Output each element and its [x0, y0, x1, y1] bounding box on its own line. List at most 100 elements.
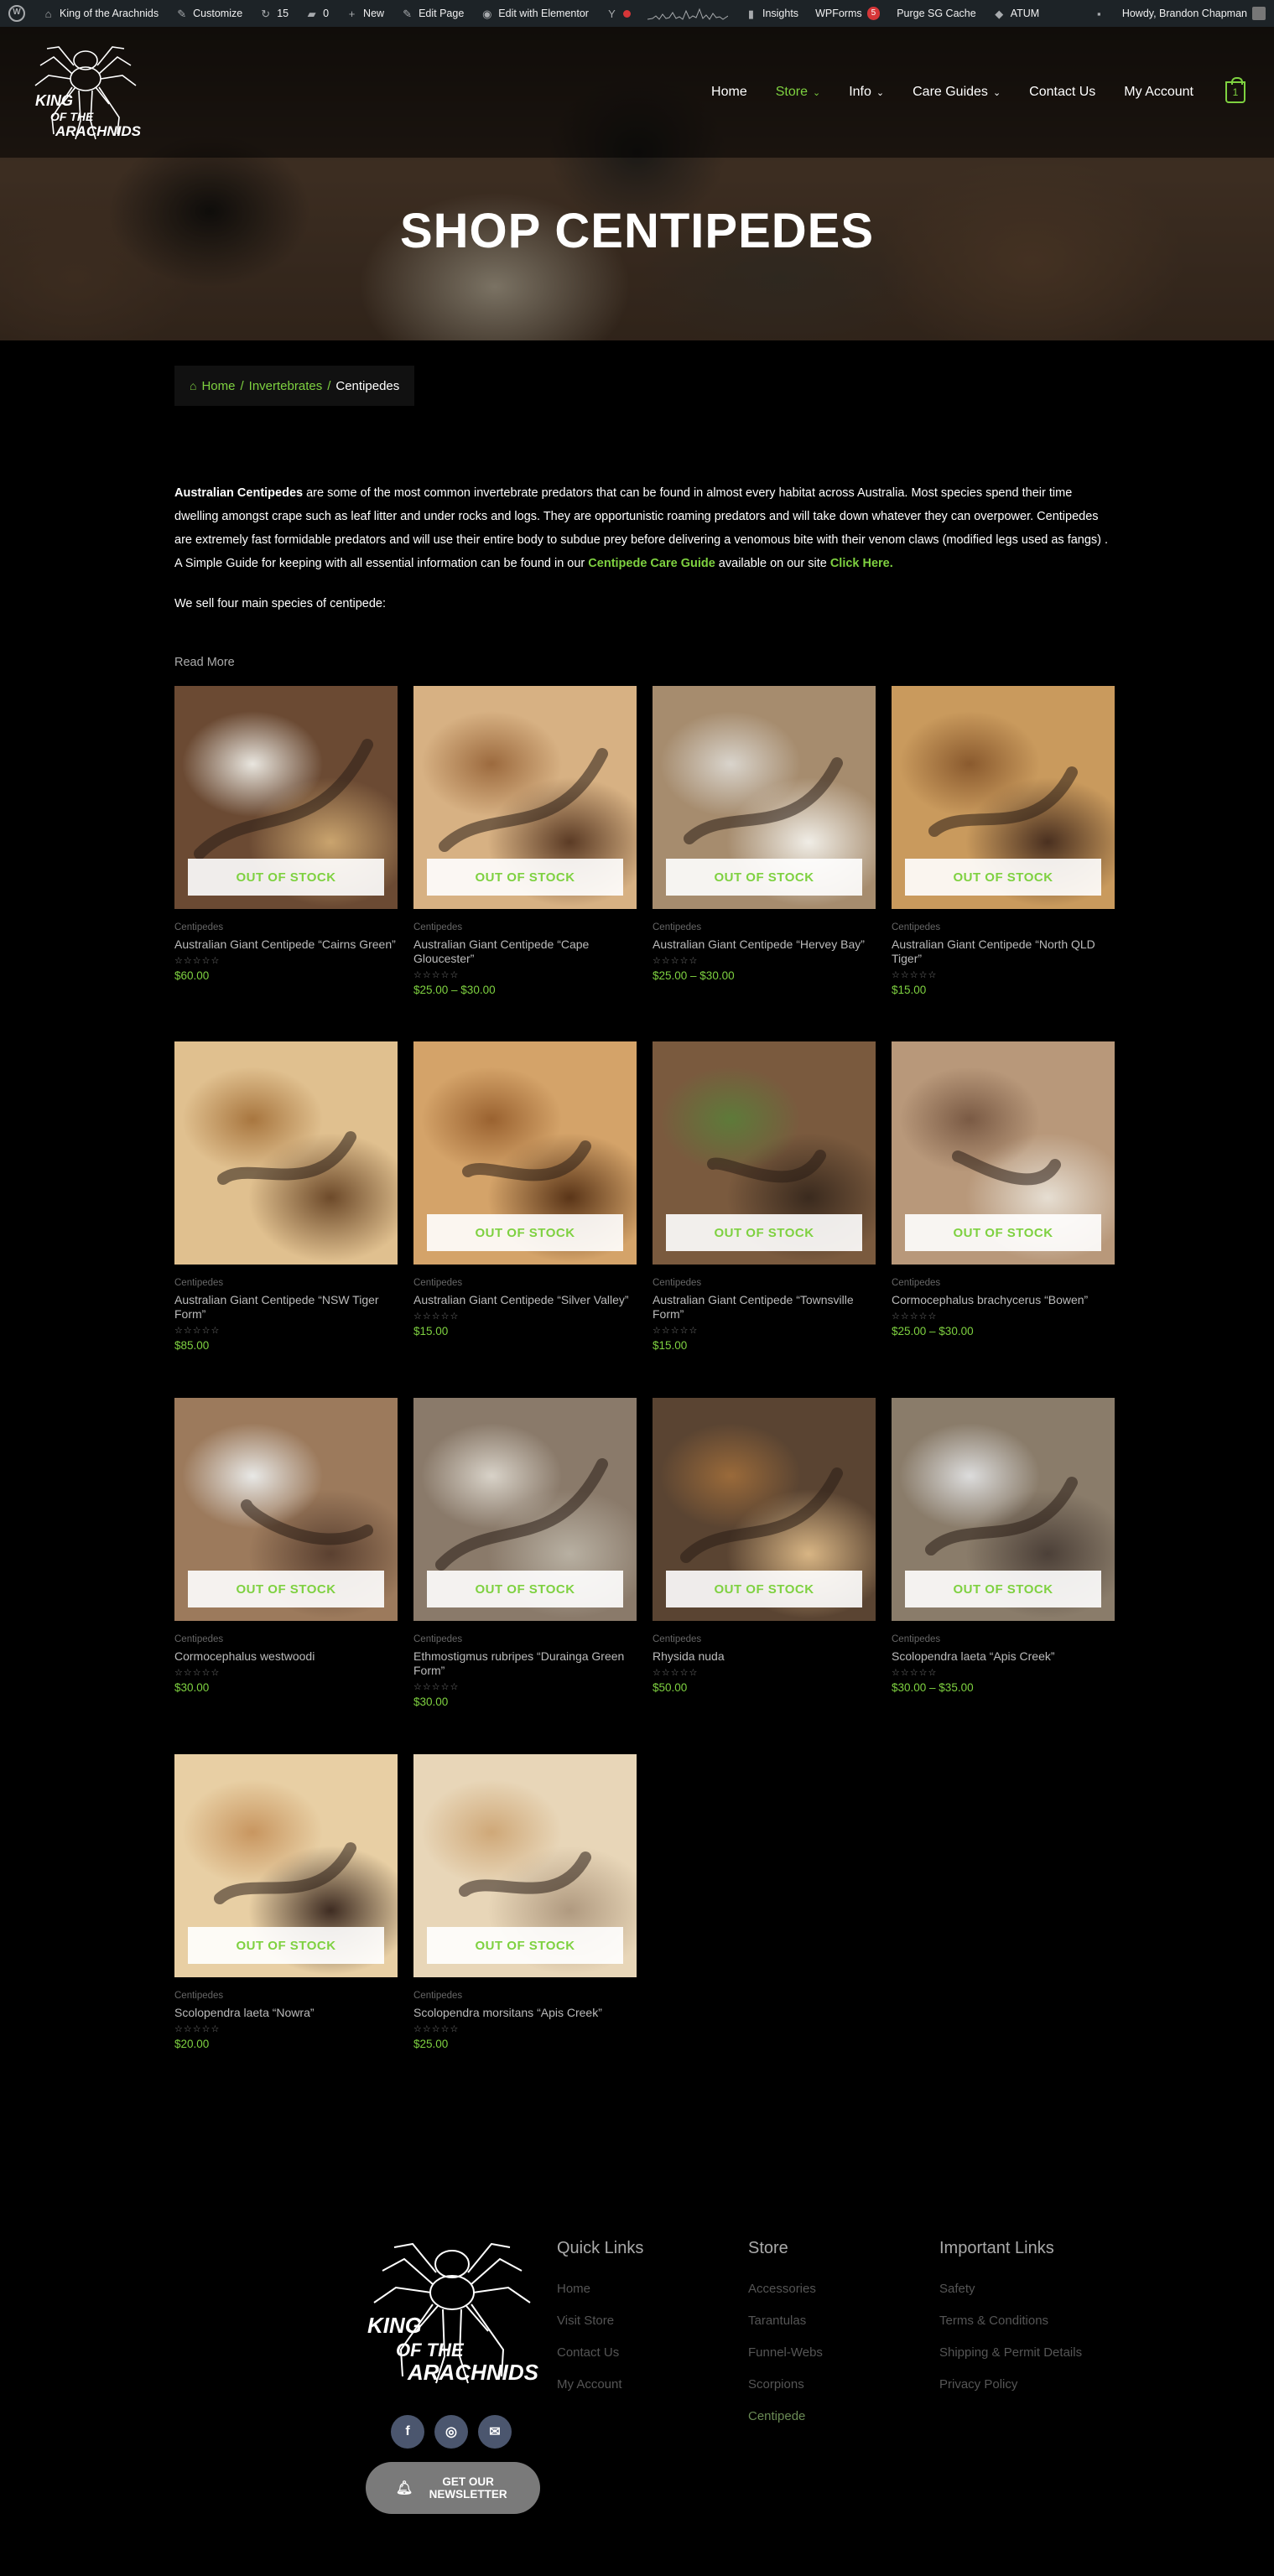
product-image[interactable]: OUT OF STOCK [892, 1041, 1115, 1265]
admin-comments[interactable]: ▰ 0 [297, 0, 337, 27]
product-name[interactable]: Australian Giant Centipede “North QLD Ti… [892, 937, 1115, 966]
footer-link-scorpions[interactable]: Scorpions [748, 2369, 933, 2401]
product-card[interactable]: OUT OF STOCK Centipedes Cormocephalus brac… [892, 1041, 1115, 1337]
footer-link-home[interactable]: Home [557, 2273, 741, 2305]
product-name[interactable]: Australian Giant Centipede “Silver Valle… [413, 1293, 637, 1307]
instagram-icon[interactable]: ◎ [434, 2415, 468, 2449]
footer-link-my-account[interactable]: My Account [557, 2369, 741, 2401]
product-name[interactable]: Australian Giant Centipede “Cape Glouces… [413, 937, 637, 966]
product-category[interactable]: Centipedes [413, 1634, 637, 1644]
product-name[interactable]: Scolopendra laeta “Apis Creek” [892, 1649, 1115, 1664]
product-name[interactable]: Australian Giant Centipede “Cairns Green… [174, 937, 398, 952]
footer-link-tarantulas[interactable]: Tarantulas [748, 2305, 933, 2337]
product-category[interactable]: Centipedes [413, 922, 637, 932]
product-card[interactable]: OUT OF STOCK Centipedes Cormocephalus west… [174, 1398, 398, 1694]
newsletter-button[interactable]: 🔔︎ GET OUR NEWSLETTER [366, 2462, 540, 2514]
product-image[interactable]: OUT OF STOCK [413, 1754, 637, 1977]
product-name[interactable]: Cormocephalus westwoodi [174, 1649, 398, 1664]
product-image[interactable]: OUT OF STOCK [892, 686, 1115, 909]
product-card[interactable]: OUT OF STOCK Centipedes Ethmostigmus rubri… [413, 1398, 637, 1708]
product-name[interactable]: Australian Giant Centipede “Townsville F… [653, 1293, 876, 1322]
product-image[interactable]: OUT OF STOCK [413, 686, 637, 909]
admin-updates[interactable]: ↻ 15 [251, 0, 297, 27]
admin-wpforms[interactable]: WPForms 5 [807, 0, 888, 27]
footer-link-accessories[interactable]: Accessories [748, 2273, 933, 2305]
admin-insights[interactable]: ▮ Insights [736, 0, 807, 27]
product-category[interactable]: Centipedes [892, 1634, 1115, 1644]
care-guide-link[interactable]: Centipede Care Guide [588, 557, 715, 570]
footer-link-terms[interactable]: Terms & Conditions [939, 2305, 1124, 2337]
product-card[interactable]: Centipedes Australian Giant Centipede “NS… [174, 1041, 398, 1352]
product-image[interactable]: OUT OF STOCK [653, 686, 876, 909]
product-card[interactable]: OUT OF STOCK Centipedes Australian Giant C… [413, 1041, 637, 1337]
product-name[interactable]: Australian Giant Centipede “Hervey Bay” [653, 937, 876, 952]
product-category[interactable]: Centipedes [174, 1278, 398, 1288]
product-card[interactable]: OUT OF STOCK Centipedes Scolopendra laeta … [892, 1398, 1115, 1694]
footer-link-privacy[interactable]: Privacy Policy [939, 2369, 1124, 2401]
admin-atum[interactable]: ◆ ATUM [985, 0, 1048, 27]
footer-link-centipede[interactable]: Centipede [748, 2401, 933, 2433]
product-category[interactable]: Centipedes [892, 1278, 1115, 1288]
product-category[interactable]: Centipedes [653, 1278, 876, 1288]
admin-yoast[interactable]: Y [597, 0, 639, 27]
wordpress-menu[interactable] [0, 0, 34, 27]
product-category[interactable]: Centipedes [413, 1278, 637, 1288]
admin-stats-sparkline[interactable] [639, 0, 736, 27]
facebook-icon[interactable]: f [391, 2415, 424, 2449]
nav-my-account[interactable]: My Account [1124, 85, 1193, 100]
breadcrumb-invertebrates[interactable]: Invertebrates [249, 379, 323, 393]
product-category[interactable]: Centipedes [653, 922, 876, 932]
product-name[interactable]: Australian Giant Centipede “NSW Tiger Fo… [174, 1293, 398, 1322]
product-category[interactable]: Centipedes [174, 1991, 398, 2001]
product-image[interactable]: OUT OF STOCK [413, 1398, 637, 1621]
product-card[interactable]: OUT OF STOCK Centipedes Scolopendra laeta … [174, 1754, 398, 2050]
footer-link-shipping[interactable]: Shipping & Permit Details [939, 2337, 1124, 2369]
product-image[interactable]: OUT OF STOCK [174, 1398, 398, 1621]
read-more-link[interactable]: Read More [174, 656, 235, 669]
admin-new[interactable]: + New [337, 0, 393, 27]
admin-edit-elementor[interactable]: ◉ Edit with Elementor [472, 0, 597, 27]
product-category[interactable]: Centipedes [653, 1634, 876, 1644]
product-name[interactable]: Scolopendra laeta “Nowra” [174, 2006, 398, 2020]
product-image[interactable]: OUT OF STOCK [653, 1041, 876, 1265]
product-image[interactable]: OUT OF STOCK [892, 1398, 1115, 1621]
product-category[interactable]: Centipedes [174, 922, 398, 932]
site-logo[interactable]: KING OF THE ARACHNIDS [29, 40, 143, 148]
footer-link-safety[interactable]: Safety [939, 2273, 1124, 2305]
footer-link-visit-store[interactable]: Visit Store [557, 2305, 741, 2337]
product-category[interactable]: Centipedes [174, 1634, 398, 1644]
admin-site-name[interactable]: ⌂ King of the Arachnids [34, 0, 167, 27]
product-name[interactable]: Scolopendra morsitans “Apis Creek” [413, 2006, 637, 2020]
admin-account[interactable]: Howdy, Brandon Chapman [1114, 0, 1274, 27]
product-card[interactable]: OUT OF STOCK Centipedes Australian Giant C… [174, 686, 398, 982]
admin-purge-cache[interactable]: Purge SG Cache [888, 0, 985, 27]
footer-link-contact-us[interactable]: Contact Us [557, 2337, 741, 2369]
admin-edit-page[interactable]: ✎ Edit Page [393, 0, 472, 27]
nav-care-guides[interactable]: Care Guides ⌄ [913, 85, 1001, 100]
nav-home[interactable]: Home [711, 85, 747, 100]
email-icon[interactable]: ✉ [478, 2415, 512, 2449]
product-category[interactable]: Centipedes [892, 922, 1115, 932]
cart-icon[interactable]: 1 [1225, 77, 1245, 103]
product-image[interactable]: OUT OF STOCK [413, 1041, 637, 1265]
product-image[interactable]: OUT OF STOCK [653, 1398, 876, 1621]
product-image[interactable] [174, 1041, 398, 1265]
product-image[interactable]: OUT OF STOCK [174, 1754, 398, 1977]
product-name[interactable]: Ethmostigmus rubripes “Durainga Green Fo… [413, 1649, 637, 1678]
footer-logo[interactable]: KING OF THE ARACHNIDS [362, 2234, 542, 2397]
product-card[interactable]: OUT OF STOCK Centipedes Australian Giant C… [653, 1041, 876, 1352]
nav-contact-us[interactable]: Contact Us [1029, 85, 1095, 100]
product-card[interactable]: OUT OF STOCK Centipedes Australian Giant C… [413, 686, 637, 996]
product-card[interactable]: OUT OF STOCK Centipedes Scolopendra morsit… [413, 1754, 637, 2050]
product-card[interactable]: OUT OF STOCK Centipedes Australian Giant C… [653, 686, 876, 982]
click-here-link[interactable]: Click Here. [830, 557, 893, 570]
breadcrumb-home[interactable]: Home [201, 379, 235, 393]
product-card[interactable]: OUT OF STOCK Centipedes Australian Giant C… [892, 686, 1115, 996]
product-category[interactable]: Centipedes [413, 1991, 637, 2001]
product-card[interactable]: OUT OF STOCK Centipedes Rhysida nuda ☆☆☆☆☆ $… [653, 1398, 876, 1694]
product-image[interactable]: OUT OF STOCK [174, 686, 398, 909]
admin-customize[interactable]: ✎ Customize [167, 0, 251, 27]
product-name[interactable]: Cormocephalus brachycerus “Bowen” [892, 1293, 1115, 1307]
nav-info[interactable]: Info ⌄ [849, 85, 884, 100]
footer-link-funnel-webs[interactable]: Funnel-Webs [748, 2337, 933, 2369]
